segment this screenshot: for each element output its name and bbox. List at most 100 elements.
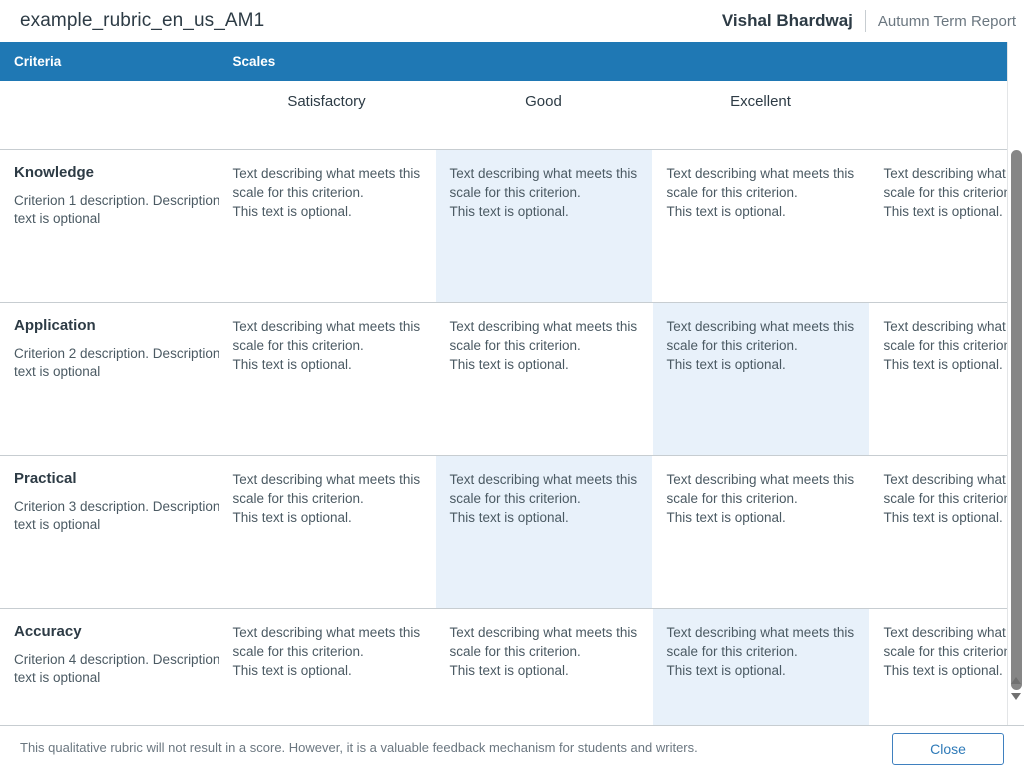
rating-cell-line: This text is optional.: [232, 662, 352, 678]
criterion-cell: Knowledge Criterion 1 description. Descri…: [0, 149, 243, 303]
table-row: Application Criterion 2 description. Desc…: [0, 302, 1024, 456]
rubric-table-body: Knowledge Criterion 1 description. Descri…: [0, 149, 1024, 732]
rating-cell-line: Text describing what meets this: [883, 318, 1024, 334]
rating-cell-selected[interactable]: Text describing what meets this scale for…: [435, 455, 653, 609]
close-button[interactable]: Close: [892, 732, 1004, 765]
rating-cell[interactable]: Text describing what meets this scale for…: [869, 455, 1024, 609]
rating-cell-line: Text describing what meets this: [232, 165, 421, 181]
scale-column-header-2: Good: [435, 81, 653, 150]
rating-cell-line: This text is optional.: [666, 509, 786, 525]
rating-cell[interactable]: Text describing what meets this scale for…: [652, 149, 870, 303]
rating-cell-line: This text is optional.: [666, 356, 786, 372]
criterion-cell: Accuracy Criterion 4 description. Descrip…: [0, 608, 243, 732]
rating-cell-line: scale for this criterion.: [449, 184, 581, 200]
titlebar-right: Vishal Bhardwaj Autumn Term Report: [722, 10, 1024, 32]
scale-names-row: Satisfactory Good Excellent: [0, 81, 1024, 150]
rating-cell-line: scale for this criterion.: [232, 337, 364, 353]
vertical-scrollbar-buttons[interactable]: [1008, 674, 1024, 710]
rubric-table-head: Criteria Scales Satisfactory Good Excellen…: [0, 42, 1024, 150]
scroll-down-arrow-icon[interactable]: [1011, 693, 1021, 700]
rubric-footer-note: This qualitative rubric will not result …: [20, 740, 698, 756]
rating-cell-line: Text describing what meets this: [666, 165, 855, 181]
rating-cell-line: scale for this criterion.: [883, 184, 1015, 200]
dialog-titlebar: example_rubric_en_us_AM1 Vishal Bhardwaj…: [0, 0, 1024, 42]
rating-cell[interactable]: Text describing what meets this scale for…: [218, 302, 436, 456]
rating-cell-line: Text describing what meets this: [666, 624, 855, 640]
rubric-table: Criteria Scales Satisfactory Good Excellen…: [0, 42, 1024, 732]
rating-cell[interactable]: Text describing what meets this scale for…: [218, 455, 436, 609]
rating-cell-line: Text describing what meets this: [449, 318, 638, 334]
table-row: Accuracy Criterion 4 description. Descrip…: [0, 608, 1024, 732]
rating-cell-line: scale for this criterion.: [232, 184, 364, 200]
rating-cell-line: Text describing what meets this: [449, 624, 638, 640]
rating-cell-line: This text is optional.: [883, 356, 1003, 372]
rating-cell-line: This text is optional.: [666, 662, 786, 678]
criterion-name: Knowledge: [14, 163, 95, 181]
rating-cell[interactable]: Text describing what meets this scale for…: [652, 455, 870, 609]
rating-cell-line: scale for this criterion.: [666, 184, 798, 200]
rating-cell-line: scale for this criterion.: [666, 490, 798, 506]
criterion-description: Criterion 1 description. Description tex…: [14, 192, 221, 227]
criterion-description: Criterion 3 description. Description tex…: [14, 498, 221, 533]
criterion-cell: Practical Criterion 3 description. Descri…: [0, 455, 243, 609]
criterion-name: Accuracy: [14, 622, 82, 640]
rating-cell-selected[interactable]: Text describing what meets this scale for…: [435, 149, 653, 303]
scale-column-header-4: [869, 81, 1024, 150]
rating-cell-line: Text describing what meets this: [232, 624, 421, 640]
table-row: Practical Criterion 3 description. Descri…: [0, 455, 1024, 609]
rating-cell-line: This text is optional.: [232, 203, 352, 219]
rating-cell-line: Text describing what meets this: [449, 471, 638, 487]
rating-cell-line: This text is optional.: [449, 509, 569, 525]
scroll-up-arrow-icon[interactable]: [1011, 677, 1021, 684]
rating-cell[interactable]: Text describing what meets this scale for…: [869, 149, 1024, 303]
rating-cell-line: scale for this criterion.: [449, 643, 581, 659]
student-name: Vishal Bhardwaj: [721, 11, 853, 30]
criterion-description: Criterion 2 description. Description tex…: [14, 345, 221, 380]
rating-cell[interactable]: Text describing what meets this scale for…: [435, 302, 653, 456]
rating-cell[interactable]: Text describing what meets this scale for…: [218, 149, 436, 303]
rating-cell-line: scale for this criterion.: [883, 643, 1015, 659]
rating-cell-selected[interactable]: Text describing what meets this scale for…: [652, 302, 870, 456]
rating-cell-line: scale for this criterion.: [232, 643, 364, 659]
rating-cell-line: scale for this criterion.: [449, 490, 581, 506]
rating-cell-line: scale for this criterion.: [232, 490, 364, 506]
rating-cell-line: This text is optional.: [883, 662, 1003, 678]
rating-cell-line: scale for this criterion.: [666, 643, 798, 659]
rating-cell-line: Text describing what meets this: [883, 165, 1024, 181]
rating-cell[interactable]: Text describing what meets this scale for…: [218, 608, 436, 732]
rating-cell[interactable]: Text describing what meets this scale for…: [869, 302, 1024, 456]
rating-cell-line: scale for this criterion.: [883, 337, 1015, 353]
rubric-table-viewport[interactable]: Criteria Scales Satisfactory Good Excellen…: [0, 42, 1024, 732]
rubric-header-band: Criteria Scales: [0, 42, 1024, 81]
rating-cell-line: scale for this criterion.: [666, 337, 798, 353]
rating-cell-line: This text is optional.: [449, 356, 569, 372]
page-title: example_rubric_en_us_AM1: [20, 10, 265, 31]
rating-cell-line: This text is optional.: [232, 509, 352, 525]
criterion-description: Criterion 4 description. Description tex…: [14, 651, 221, 686]
rating-cell-line: This text is optional.: [883, 203, 1003, 219]
rating-cell-line: Text describing what meets this: [449, 165, 638, 181]
rating-cell-line: Text describing what meets this: [232, 318, 421, 334]
rating-cell-line: This text is optional.: [232, 356, 352, 372]
rating-cell-line: This text is optional.: [449, 662, 569, 678]
rating-cell[interactable]: Text describing what meets this scale for…: [435, 608, 653, 732]
column-header-criteria: Criteria: [0, 42, 243, 81]
rubric-dialog: example_rubric_en_us_AM1 Vishal Bhardwaj…: [0, 0, 1024, 771]
scale-column-header-3: Excellent: [652, 81, 870, 150]
rating-cell-line: Text describing what meets this: [883, 624, 1024, 640]
rating-cell-line: This text is optional.: [883, 509, 1003, 525]
rating-cell-line: This text is optional.: [666, 203, 786, 219]
rating-cell-line: scale for this criterion.: [883, 490, 1015, 506]
term-report-label: Autumn Term Report: [877, 12, 1016, 30]
rating-cell-line: scale for this criterion.: [449, 337, 581, 353]
rating-cell[interactable]: Text describing what meets this scale for…: [869, 608, 1024, 732]
column-header-scales: Scales: [218, 42, 1024, 81]
rating-cell-line: Text describing what meets this: [666, 471, 855, 487]
vertical-scrollbar-thumb[interactable]: [1011, 150, 1022, 690]
vertical-scrollbar[interactable]: [1007, 42, 1024, 732]
rating-cell-line: This text is optional.: [449, 203, 569, 219]
rating-cell-selected[interactable]: Text describing what meets this scale for…: [652, 608, 870, 732]
table-row: Knowledge Criterion 1 description. Descri…: [0, 149, 1024, 303]
scale-column-header-1: Satisfactory: [218, 81, 436, 150]
rating-cell-line: Text describing what meets this: [232, 471, 421, 487]
